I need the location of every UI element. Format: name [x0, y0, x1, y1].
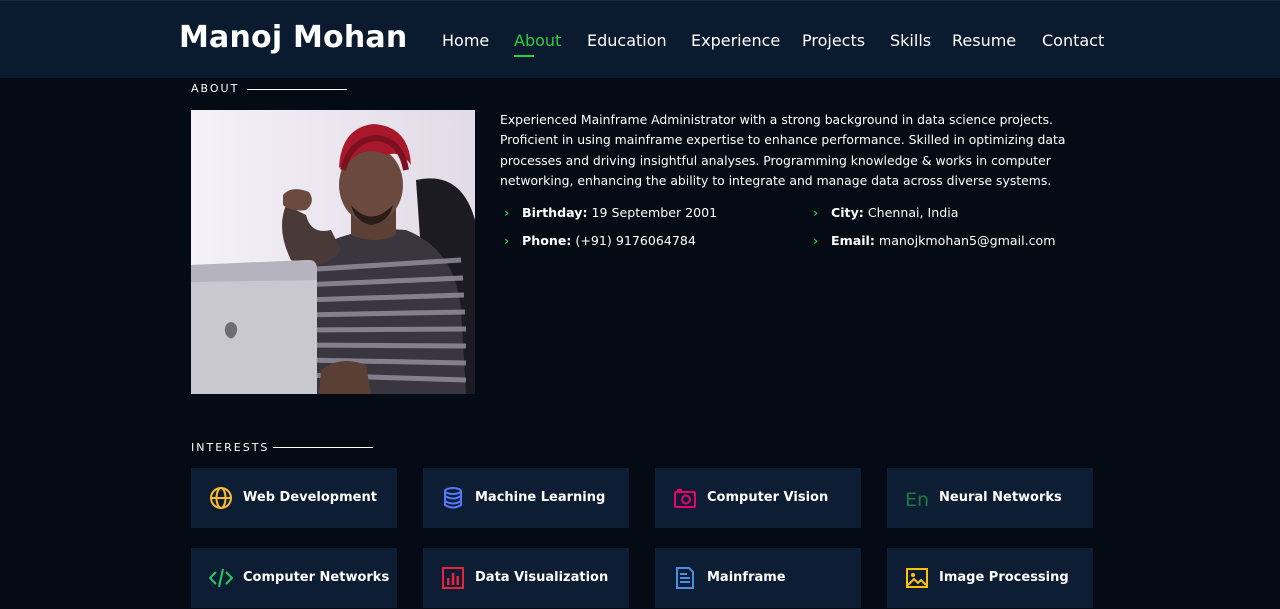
- detail-birthday: › Birthday: 19 September 2001: [500, 204, 717, 222]
- nav-contact[interactable]: Contact: [1042, 30, 1104, 52]
- nav-education[interactable]: Education: [587, 30, 667, 52]
- interest-card[interactable]: En Neural Networks: [887, 468, 1093, 528]
- nav-active-underline: [514, 55, 534, 57]
- document-icon: [676, 567, 694, 589]
- interest-label: Computer Vision: [707, 490, 829, 505]
- profile-photo: [191, 110, 475, 394]
- city-value: Chennai, India: [867, 205, 959, 220]
- nav-home[interactable]: Home: [442, 30, 489, 52]
- interest-label: Data Visualization: [475, 570, 609, 585]
- globe-icon: [210, 487, 232, 509]
- about-section-title: ABOUT: [191, 82, 240, 95]
- city-label: City:: [831, 205, 864, 220]
- chevron-right-icon: ›: [504, 233, 510, 248]
- birthday-label: Birthday:: [522, 205, 588, 220]
- code-slash-icon: [209, 568, 233, 588]
- nav-resume[interactable]: Resume: [952, 30, 1016, 52]
- profile-photo-illustration: [191, 110, 475, 394]
- interests-title-line: [273, 447, 373, 448]
- interest-card[interactable]: Data Visualization: [423, 548, 629, 608]
- bar-chart-icon: [442, 567, 464, 589]
- nav-experience[interactable]: Experience: [691, 30, 780, 52]
- interest-label: Web Development: [243, 490, 377, 505]
- interest-label: Neural Networks: [939, 490, 1062, 505]
- language-en-icon: En: [905, 489, 929, 510]
- detail-phone: › Phone: (+91) 9176064784: [500, 232, 696, 250]
- about-title-line: [247, 89, 347, 90]
- interest-label: Mainframe: [707, 570, 786, 585]
- site-logo[interactable]: Manoj Mohan: [179, 18, 407, 58]
- nav-skills[interactable]: Skills: [890, 30, 931, 52]
- svg-text:En: En: [905, 489, 929, 510]
- chevron-right-icon: ›: [504, 205, 510, 220]
- email-value[interactable]: manojkmohan5@gmail.com: [879, 233, 1056, 248]
- nav-projects[interactable]: Projects: [802, 30, 865, 52]
- phone-value: (+91) 9176064784: [575, 233, 696, 248]
- camera-icon: [674, 489, 696, 508]
- interests-section-title: INTERESTS: [191, 441, 270, 454]
- site-header: Manoj Mohan Home About Education Experie…: [0, 0, 1280, 78]
- nav-about[interactable]: About: [514, 30, 561, 52]
- interest-card[interactable]: Machine Learning: [423, 468, 629, 528]
- image-icon: [906, 568, 928, 588]
- email-label: Email:: [831, 233, 875, 248]
- interest-card[interactable]: Computer Networks: [191, 548, 397, 608]
- chevron-right-icon: ›: [813, 233, 819, 248]
- interest-card[interactable]: Web Development: [191, 468, 397, 528]
- interest-card[interactable]: Mainframe: [655, 548, 861, 608]
- detail-city: › City: Chennai, India: [809, 204, 958, 222]
- chevron-right-icon: ›: [813, 205, 819, 220]
- detail-email: › Email: manojkmohan5@gmail.com: [809, 232, 1056, 250]
- interest-label: Machine Learning: [475, 490, 606, 505]
- phone-label: Phone:: [522, 233, 572, 248]
- interest-card[interactable]: Image Processing: [887, 548, 1093, 608]
- interest-label: Computer Networks: [243, 570, 390, 585]
- birthday-value: 19 September 2001: [591, 205, 718, 220]
- interest-card[interactable]: Computer Vision: [655, 468, 861, 528]
- about-description: Experienced Mainframe Administrator with…: [500, 112, 1066, 188]
- interest-label: Image Processing: [939, 570, 1069, 585]
- database-icon: [444, 487, 462, 509]
